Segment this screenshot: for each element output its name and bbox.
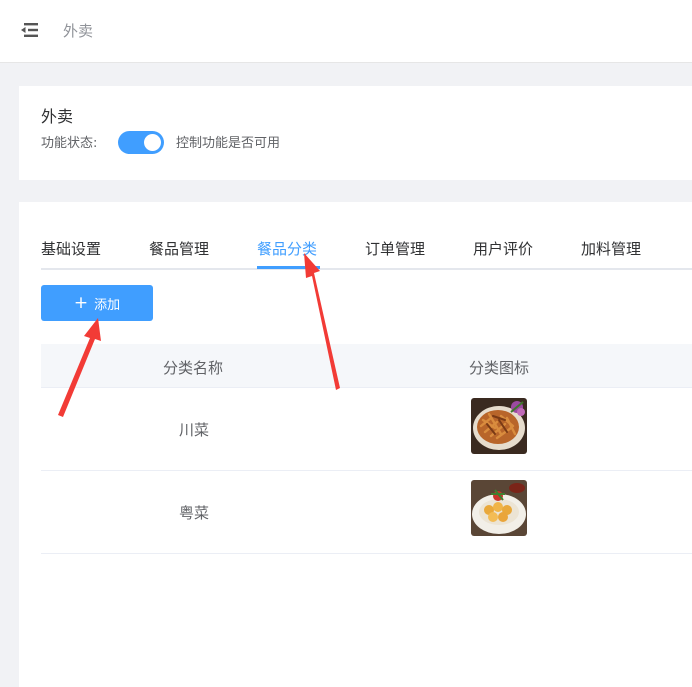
menu-fold-icon[interactable] [20,22,40,38]
table-row: 粤菜 [41,471,692,554]
tab-addon-management[interactable]: 加料管理 [581,238,641,259]
tab-user-reviews[interactable]: 用户评价 [473,238,533,259]
toggle-knob [144,134,161,151]
category-table: 分类名称 分类图标 川菜 粤菜 [41,344,692,554]
module-title: 外卖 [41,107,74,126]
column-header-name: 分类名称 [163,359,224,377]
tab-basic-settings[interactable]: 基础设置 [41,238,101,259]
status-label: 功能状态: [41,136,98,151]
category-name: 粤菜 [178,504,209,522]
tab-dish-management[interactable]: 餐品管理 [149,238,209,259]
add-button-label: 添加 [94,297,121,313]
page-title: 外卖 [63,22,94,40]
tab-dish-category[interactable]: 餐品分类 [257,238,317,259]
status-toggle[interactable] [118,131,164,154]
tab-bar: 基础设置 餐品管理 餐品分类 订单管理 用户评价 加料管理 [41,232,692,270]
status-description: 控制功能是否可用 [176,136,281,151]
column-header-icon: 分类图标 [469,359,530,377]
table-row: 川菜 [41,388,692,471]
content-card: 基础设置 餐品管理 餐品分类 订单管理 用户评价 加料管理 + 添加 分类名称 … [19,202,692,687]
top-bar: 外卖 [0,0,692,63]
fried-food-thumbnail [471,398,527,454]
dumpling-plate-thumbnail [471,480,527,536]
plus-icon: + [73,292,89,313]
table-header: 分类名称 分类图标 [41,344,692,388]
add-button[interactable]: + 添加 [41,285,153,321]
category-name: 川菜 [178,421,209,439]
tab-order-management[interactable]: 订单管理 [365,238,425,259]
active-tab-indicator [257,266,320,269]
module-status-card: 外卖 功能状态: 控制功能是否可用 [19,86,692,180]
